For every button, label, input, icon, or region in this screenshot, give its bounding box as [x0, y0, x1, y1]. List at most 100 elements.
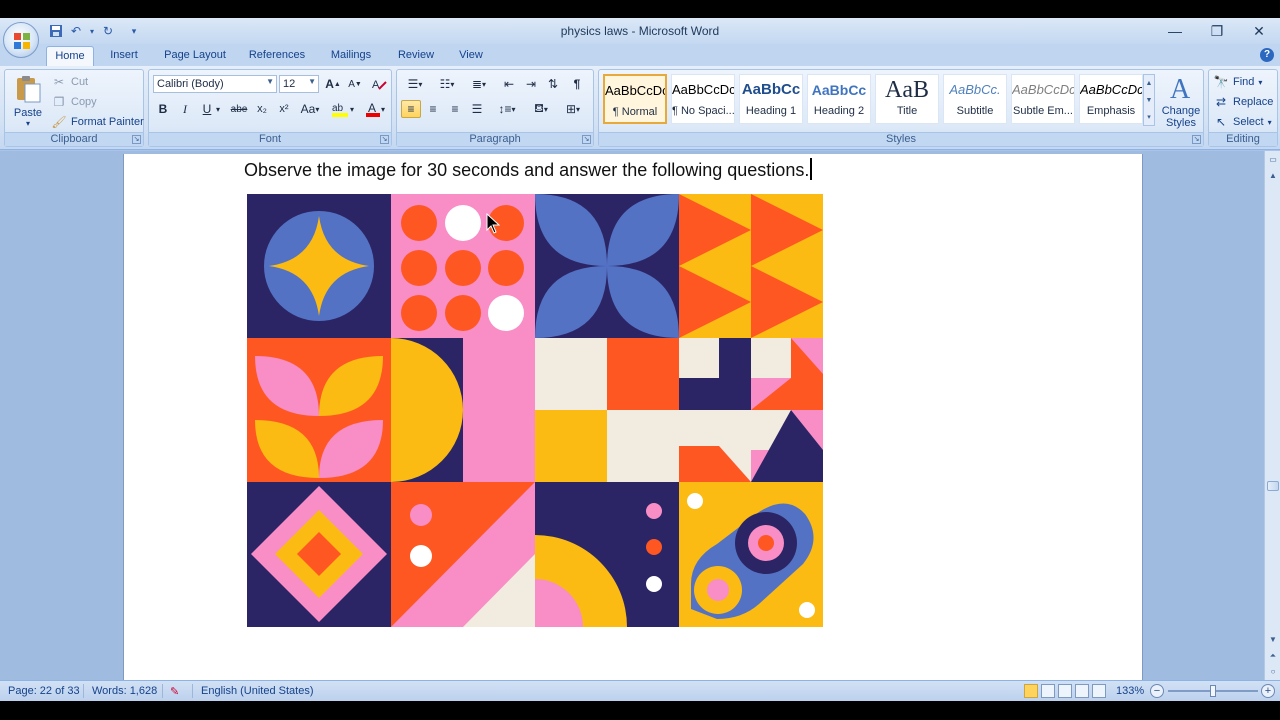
style-subtitle[interactable]: AaBbCc. Subtitle — [943, 74, 1007, 124]
change-case-button[interactable]: Aa ▾ — [297, 100, 323, 118]
zoom-slider[interactable] — [1168, 685, 1258, 697]
styles-gallery-scroll[interactable]: ▲ ▼ ▾ — [1143, 74, 1155, 126]
numbering-button[interactable]: ☷ ▾ — [433, 75, 461, 93]
strikethrough-button[interactable]: abe — [229, 100, 249, 118]
office-button[interactable] — [3, 22, 39, 58]
tab-mailings[interactable]: Mailings — [322, 46, 380, 66]
tab-page-layout[interactable]: Page Layout — [158, 46, 232, 66]
print-layout-view-icon[interactable] — [1024, 684, 1038, 698]
clear-formatting-button[interactable]: A — [369, 75, 389, 93]
scroll-down-icon[interactable]: ▼ — [1144, 92, 1154, 109]
style-emphasis[interactable]: AaBbCcDc Emphasis — [1079, 74, 1143, 124]
format-painter-button[interactable]: 🖌 Format Painter — [51, 113, 143, 131]
more-styles-icon[interactable]: ▾ — [1144, 109, 1154, 126]
tab-home[interactable]: Home — [46, 46, 94, 66]
increase-indent-button[interactable]: ⇥ — [521, 75, 541, 93]
editing-group: 🔭 Find ▾ ⇄ Replace ↖ Select ▾ Editing — [1208, 69, 1278, 147]
clipboard-launcher-icon[interactable]: ↘ — [132, 135, 141, 144]
align-left-button[interactable]: ≡ — [401, 100, 421, 118]
sort-button[interactable]: ⇅ — [543, 75, 563, 93]
previous-page-icon[interactable]: ⏶ — [1266, 649, 1280, 663]
restore-button[interactable]: ❐ — [1196, 18, 1238, 44]
copy-button[interactable]: ❐ Copy — [51, 93, 97, 111]
outline-view-icon[interactable] — [1075, 684, 1089, 698]
highlight-button[interactable]: ab ▾ — [329, 100, 357, 118]
font-name-combo[interactable]: Calibri (Body) ▼ — [153, 75, 277, 93]
style-normal[interactable]: AaBbCcDc ¶ Normal — [603, 74, 667, 124]
multilevel-list-button[interactable]: ≣ ▾ — [465, 75, 493, 93]
web-layout-view-icon[interactable] — [1058, 684, 1072, 698]
line-spacing-button[interactable]: ↕≡ ▾ — [493, 100, 521, 118]
close-button[interactable]: ✕ — [1238, 18, 1280, 44]
bullets-button[interactable]: ☰ ▾ — [401, 75, 429, 93]
underline-dropdown-icon[interactable]: ▾ — [213, 100, 223, 118]
superscript-button[interactable]: x² — [274, 100, 294, 118]
shading-button[interactable]: ⛾ ▾ — [527, 100, 555, 118]
tab-review[interactable]: Review — [392, 46, 440, 66]
orange-block — [607, 338, 679, 410]
document-paragraph[interactable]: Observe the image for 30 seconds and ans… — [244, 158, 813, 181]
font-color-button[interactable]: A ▾ — [361, 100, 389, 118]
style-heading-1[interactable]: AaBbCc Heading 1 — [739, 74, 803, 124]
tab-insert[interactable]: Insert — [104, 46, 144, 66]
zoom-out-button[interactable]: − — [1150, 684, 1164, 698]
styles-launcher-icon[interactable]: ↘ — [1192, 135, 1201, 144]
bold-button[interactable]: B — [153, 100, 173, 118]
style-title[interactable]: AaB Title — [875, 74, 939, 124]
align-right-button[interactable]: ≡ — [445, 100, 465, 118]
ribbon-tabs: Home Insert Page Layout References Maili… — [0, 44, 1280, 66]
font-launcher-icon[interactable]: ↘ — [380, 135, 389, 144]
replace-button[interactable]: ⇄ Replace — [1213, 93, 1273, 111]
help-icon[interactable]: ? — [1260, 48, 1274, 62]
select-button[interactable]: ↖ Select ▾ — [1213, 113, 1272, 131]
cut-button[interactable]: ✂ Cut — [51, 73, 88, 91]
zoom-level[interactable]: 133% — [1116, 685, 1144, 697]
justify-button[interactable]: ☰ — [467, 100, 487, 118]
shrink-font-label: A — [348, 78, 355, 90]
geometric-pattern-image[interactable] — [247, 194, 823, 627]
sort-icon: ⇅ — [547, 77, 559, 91]
ruler-toggle-icon[interactable]: ▭ — [1266, 153, 1280, 167]
align-center-button[interactable]: ≡ — [423, 100, 443, 118]
word-count[interactable]: Words: 1,628 — [92, 685, 157, 697]
grow-font-button[interactable]: A ▲ — [323, 75, 343, 93]
find-button[interactable]: 🔭 Find ▾ — [1213, 73, 1263, 91]
change-styles-button[interactable]: A Change Styles — [1159, 72, 1203, 132]
zoom-in-button[interactable]: + — [1261, 684, 1275, 698]
select-browse-object-icon[interactable]: ○ — [1266, 665, 1280, 679]
draft-view-icon[interactable] — [1092, 684, 1106, 698]
italic-button[interactable]: I — [175, 100, 195, 118]
align-center-icon: ≡ — [429, 102, 437, 116]
subscript-button[interactable]: x₂ — [252, 100, 272, 118]
language[interactable]: English (United States) — [201, 685, 314, 697]
vertical-scrollbar[interactable]: ▭ ▲ ▼ ⏶ ○ ⏷ — [1264, 151, 1280, 699]
borders-button[interactable]: ⊞ ▾ — [559, 100, 587, 118]
find-label: Find — [1233, 76, 1255, 88]
document-page[interactable]: Observe the image for 30 seconds and ans… — [123, 154, 1143, 699]
paste-label: Paste — [13, 107, 43, 119]
font-size-value: 12 — [283, 78, 296, 90]
zoom-slider-knob[interactable] — [1210, 685, 1216, 697]
increase-indent-icon: ⇥ — [525, 77, 537, 91]
tab-references[interactable]: References — [244, 46, 310, 66]
scroll-up-icon[interactable]: ▲ — [1266, 169, 1280, 183]
shrink-font-button[interactable]: A ▼ — [345, 75, 365, 93]
show-formatting-button[interactable]: ¶ — [567, 75, 587, 93]
paragraph-launcher-icon[interactable]: ↘ — [582, 135, 591, 144]
scroll-down-icon[interactable]: ▼ — [1266, 633, 1280, 647]
minimize-button[interactable]: — — [1154, 18, 1196, 44]
scroll-up-icon[interactable]: ▲ — [1144, 75, 1154, 92]
decrease-indent-button[interactable]: ⇤ — [499, 75, 519, 93]
scroll-thumb[interactable] — [1267, 481, 1279, 491]
page-count[interactable]: Page: 22 of 33 — [8, 685, 80, 697]
dot — [445, 205, 481, 241]
font-size-combo[interactable]: 12 ▼ — [279, 75, 319, 93]
style-heading-2[interactable]: AaBbCc Heading 2 — [807, 74, 871, 124]
style-no-spacing[interactable]: AaBbCcDc ¶ No Spaci... — [671, 74, 735, 124]
tab-view[interactable]: View — [452, 46, 490, 66]
style-subtle-emphasis[interactable]: AaBbCcDc Subtle Em... — [1011, 74, 1075, 124]
paste-button[interactable]: Paste ▾ — [9, 72, 47, 132]
align-left-icon: ≡ — [407, 102, 415, 116]
proofing-icon[interactable]: ✎ — [170, 685, 179, 698]
full-screen-reading-view-icon[interactable] — [1041, 684, 1055, 698]
